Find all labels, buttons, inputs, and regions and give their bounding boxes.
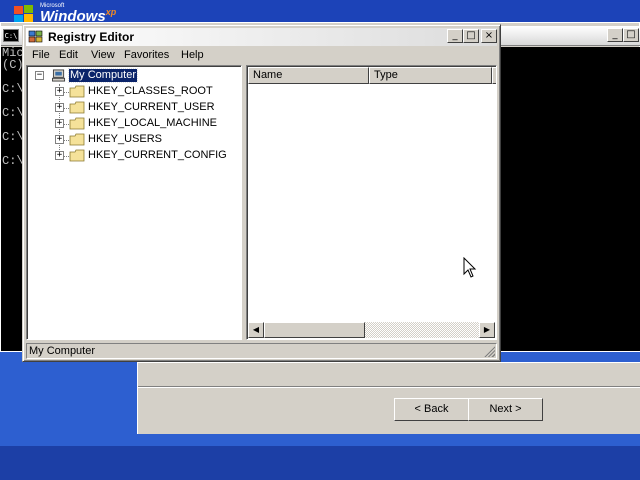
tree-item-hkey-local-machine[interactable]: + HKEY_LOCAL_MACHINE — [27, 116, 237, 132]
regedit-minimize-button[interactable]: _ — [447, 29, 463, 43]
tree-label-hive: HKEY_CURRENT_USER — [88, 101, 215, 113]
console-line: C:\ — [2, 82, 24, 96]
scroll-right-button[interactable]: ▶ — [479, 322, 495, 338]
folder-icon — [69, 101, 85, 114]
menu-view[interactable]: View — [91, 49, 115, 61]
folder-icon — [69, 133, 85, 146]
computer-icon — [52, 69, 66, 82]
console-line: C:\ — [2, 106, 24, 120]
regedit-title: Registry Editor — [48, 30, 135, 44]
console-maximize-button[interactable]: □ — [623, 28, 639, 42]
folder-icon — [69, 117, 85, 130]
console-icon: C:\ — [3, 29, 19, 42]
tree-item-my-computer[interactable]: − My Computer — [27, 68, 227, 84]
console-minimize-button[interactable]: _ — [607, 28, 623, 42]
minimize-icon: _ — [612, 29, 618, 40]
menu-file[interactable]: File — [32, 49, 50, 61]
registry-tree[interactable]: − My Computer + HKEY_CLASSES_ROOT + HKEY… — [26, 65, 242, 340]
registry-icon — [28, 30, 43, 43]
console-line: C:\ — [2, 154, 24, 168]
tree-item-hkey-classes-root[interactable]: + HKEY_CLASSES_ROOT — [27, 84, 237, 100]
menu-favorites[interactable]: Favorites — [124, 49, 169, 61]
arrow-right-icon: ▶ — [483, 325, 491, 334]
column-header-name[interactable]: Name — [248, 67, 369, 84]
expand-icon[interactable]: + — [55, 103, 64, 112]
console-line: (C) — [2, 58, 24, 72]
next-button[interactable]: Next > — [468, 398, 543, 421]
expand-icon[interactable]: + — [55, 119, 64, 128]
desktop-bottom-band — [0, 446, 640, 480]
setup-wizard-panel: < Back Next > — [137, 362, 640, 434]
expand-icon[interactable]: + — [55, 135, 64, 144]
regedit-maximize-button[interactable]: □ — [463, 29, 479, 43]
wizard-divider — [138, 386, 640, 388]
expand-icon[interactable]: + — [55, 151, 64, 160]
values-list[interactable]: Name Type D ◀ ▶ — [246, 65, 497, 340]
expand-icon[interactable]: + — [55, 87, 64, 96]
status-text: My Computer — [29, 345, 96, 357]
folder-icon — [69, 149, 85, 162]
minimize-icon: _ — [452, 30, 458, 41]
tree-item-hkey-users[interactable]: + HKEY_USERS — [27, 132, 237, 148]
arrow-left-icon: ◀ — [252, 325, 260, 334]
maximize-icon: □ — [626, 29, 636, 40]
regedit-menubar: File Edit View Favorites Help — [26, 47, 497, 65]
resize-grip-icon[interactable] — [483, 345, 495, 357]
regedit-close-button[interactable]: × — [481, 29, 497, 43]
scroll-thumb[interactable] — [264, 322, 365, 338]
tree-label-hive: HKEY_CURRENT_CONFIG — [88, 149, 227, 161]
collapse-icon[interactable]: − — [35, 71, 44, 80]
regedit-titlebar[interactable]: Registry Editor _ □ × — [26, 28, 497, 46]
registry-editor-window[interactable]: Registry Editor _ □ × File Edit View Fav… — [22, 24, 501, 362]
maximize-icon: □ — [466, 30, 476, 41]
menu-edit[interactable]: Edit — [59, 49, 78, 61]
menu-help[interactable]: Help — [181, 49, 204, 61]
close-icon: × — [484, 30, 494, 41]
column-header-type[interactable]: Type — [369, 67, 492, 84]
folder-icon — [69, 85, 85, 98]
scroll-left-button[interactable]: ◀ — [248, 322, 264, 338]
tree-item-hkey-current-config[interactable]: + HKEY_CURRENT_CONFIG — [27, 148, 237, 164]
horizontal-scrollbar[interactable]: ◀ ▶ — [248, 322, 495, 338]
logo-xp-text: xp — [105, 7, 117, 17]
status-bar: My Computer — [26, 343, 497, 359]
console-line: C:\ — [2, 130, 24, 144]
cursor-icon — [463, 257, 477, 278]
column-header-data[interactable]: D — [492, 67, 496, 84]
tree-label-my-computer: My Computer — [67, 68, 139, 83]
tree-label-hive: HKEY_USERS — [88, 133, 162, 145]
tree-label-hive: HKEY_LOCAL_MACHINE — [88, 117, 217, 129]
back-button[interactable]: < Back — [394, 398, 469, 421]
tree-item-hkey-current-user[interactable]: + HKEY_CURRENT_USER — [27, 100, 237, 116]
tree-label-hive: HKEY_CLASSES_ROOT — [88, 85, 213, 97]
